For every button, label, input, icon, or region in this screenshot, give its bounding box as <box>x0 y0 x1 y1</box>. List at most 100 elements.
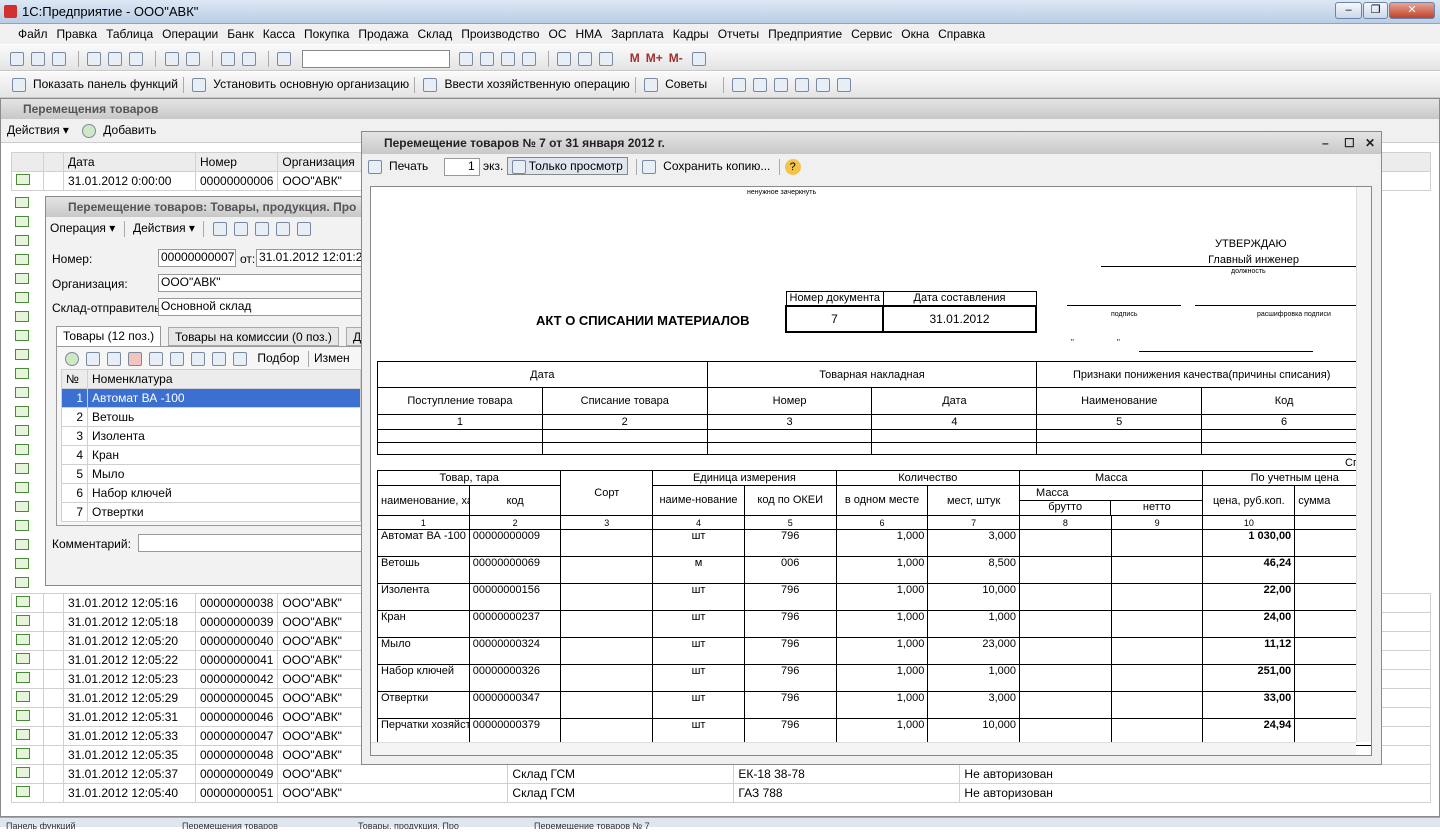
new-doc-icon[interactable] <box>10 52 24 66</box>
col-date[interactable]: Дата <box>63 152 196 172</box>
pick-button[interactable]: Подбор <box>257 351 299 365</box>
list-item[interactable]: 5 Мыло <box>61 464 361 484</box>
save-copy-button[interactable]: Сохранить копию... <box>663 159 770 173</box>
help-icon[interactable]: ? <box>784 159 801 175</box>
sort-asc-icon[interactable] <box>212 352 226 366</box>
form-actions-menu[interactable]: Действия <box>133 221 186 235</box>
users-icon[interactable] <box>599 52 614 66</box>
print-close-button[interactable]: ✕ <box>1365 132 1375 154</box>
tab-goods[interactable]: Товары (12 поз.) <box>56 326 162 346</box>
save-icon[interactable] <box>52 52 66 66</box>
taskbar-item-2[interactable]: Товары, продукция. Про <box>358 819 528 829</box>
org-field[interactable]: ООО"АВК" <box>158 274 364 292</box>
sort-desc-icon[interactable] <box>233 352 247 366</box>
menu-item-13[interactable]: Кадры <box>673 24 709 44</box>
menu-item-18[interactable]: Справка <box>938 24 985 44</box>
print-icon[interactable] <box>164 52 179 66</box>
col-no[interactable]: № <box>61 369 88 389</box>
redo-icon[interactable] <box>242 52 257 66</box>
copy-row-icon[interactable] <box>86 352 100 366</box>
table-row[interactable]: 31.01.2012 12:05:40 00000000051 ООО"АВК" Ск… <box>11 783 1431 803</box>
menu-item-11[interactable]: НМА <box>576 24 603 44</box>
print-maximize-button[interactable]: ☐ <box>1344 132 1355 154</box>
taskbar-item-3[interactable]: Перемещение товаров № 7 <box>534 819 704 829</box>
cut-icon[interactable] <box>87 52 102 66</box>
memory-plus-button[interactable]: M+ <box>646 51 663 65</box>
search-input[interactable] <box>301 50 450 68</box>
col-number[interactable]: Номер <box>194 152 279 172</box>
taskbar-item-0[interactable]: Панель функций <box>6 819 176 829</box>
copy-icon[interactable] <box>108 52 123 66</box>
struct-icon[interactable] <box>275 222 290 236</box>
change-button[interactable]: Измен <box>314 351 350 365</box>
list-item[interactable]: 7 Отвертки <box>61 502 361 522</box>
table-row[interactable]: 31.01.2012 12:05:37 00000000049 ООО"АВК" Ск… <box>11 764 1431 784</box>
copy-doc-icon[interactable] <box>254 222 269 236</box>
tools-icon[interactable] <box>692 52 707 66</box>
menu-item-3[interactable]: Операции <box>162 24 218 44</box>
search-icon[interactable] <box>277 52 292 66</box>
menu-item-6[interactable]: Покупка <box>304 24 349 44</box>
date-field[interactable]: 31.01.2012 12:01:22 <box>256 249 364 267</box>
ref-icon-3[interactable] <box>774 78 789 92</box>
enter-op-button[interactable]: Ввести хозяйственную операцию <box>444 77 629 91</box>
memory-minus-button[interactable]: M- <box>669 51 683 65</box>
list-item[interactable]: 1 Автомат ВА -100 <box>61 388 361 408</box>
disk-icon[interactable] <box>149 352 163 366</box>
info-icon[interactable] <box>522 52 537 66</box>
menu-item-16[interactable]: Сервис <box>851 24 892 44</box>
calendar-icon[interactable] <box>578 52 593 66</box>
menu-item-7[interactable]: Продажа <box>358 24 408 44</box>
minimize-button[interactable]: – <box>1335 2 1362 19</box>
menu-item-10[interactable]: ОС <box>549 24 567 44</box>
delete-row-icon[interactable] <box>128 352 142 366</box>
open-icon[interactable] <box>31 52 45 66</box>
list-actions-menu[interactable]: Действия <box>7 123 60 137</box>
menu-item-2[interactable]: Таблица <box>106 24 153 44</box>
warehouse-field[interactable]: Основной склад <box>158 298 364 316</box>
tab-commission[interactable]: Товары на комиссии (0 поз.) <box>168 327 339 346</box>
taskbar-item-1[interactable]: Перемещения товаров <box>182 819 352 829</box>
list-item[interactable]: 3 Изолента <box>61 426 361 446</box>
menu-item-5[interactable]: Касса <box>263 24 295 44</box>
post-icon[interactable] <box>212 222 227 236</box>
list-item[interactable]: 6 Набор ключей <box>61 483 361 503</box>
col-nomenclature[interactable]: Номенклатура <box>87 369 361 389</box>
move-down-icon[interactable] <box>191 352 205 366</box>
menu-item-9[interactable]: Производство <box>461 24 539 44</box>
list-item[interactable]: 2 Ветошь <box>61 407 361 427</box>
ref-icon-5[interactable] <box>816 78 831 92</box>
comment-field[interactable] <box>138 534 364 552</box>
find-prev-icon[interactable] <box>480 52 495 66</box>
memory-m-button[interactable]: M <box>630 51 640 65</box>
list-item[interactable]: 4 Кран <box>61 445 361 465</box>
ref-icon-4[interactable] <box>795 78 810 92</box>
calculator-icon[interactable] <box>557 52 572 66</box>
menu-item-12[interactable]: Зарплата <box>611 24 664 44</box>
edit-row-icon[interactable] <box>107 352 121 366</box>
windows-icon[interactable] <box>501 52 516 66</box>
menu-item-14[interactable]: Отчеты <box>718 24 759 44</box>
menu-item-8[interactable]: Склад <box>418 24 453 44</box>
menu-item-4[interactable]: Банк <box>227 24 253 44</box>
maximize-button[interactable]: ❐ <box>1363 2 1388 19</box>
print-button[interactable]: Печать <box>389 159 428 173</box>
preview-icon[interactable] <box>185 52 200 66</box>
doc-vscroll[interactable] <box>1356 187 1371 742</box>
doc-hscroll[interactable] <box>371 742 1356 755</box>
ref-icon-2[interactable] <box>753 78 768 92</box>
refresh-icon[interactable] <box>233 222 248 236</box>
find-next-icon[interactable] <box>459 52 474 66</box>
ref-icon-1[interactable] <box>732 78 747 92</box>
menu-item-15[interactable]: Предприятие <box>768 24 842 44</box>
number-field[interactable]: 00000000007 <box>158 249 236 267</box>
menu-item-17[interactable]: Окна <box>901 24 929 44</box>
paste-icon[interactable] <box>129 52 144 66</box>
operation-menu[interactable]: Операция <box>50 221 106 235</box>
undo-icon[interactable] <box>221 52 236 66</box>
ref-icon-6[interactable] <box>837 78 852 92</box>
close-button[interactable]: ✕ <box>1389 2 1435 19</box>
show-panel-button[interactable]: Показать панель функций <box>33 77 178 91</box>
print-minimize-button[interactable]: – <box>1322 132 1329 154</box>
dt-kt-icon[interactable] <box>296 222 311 236</box>
